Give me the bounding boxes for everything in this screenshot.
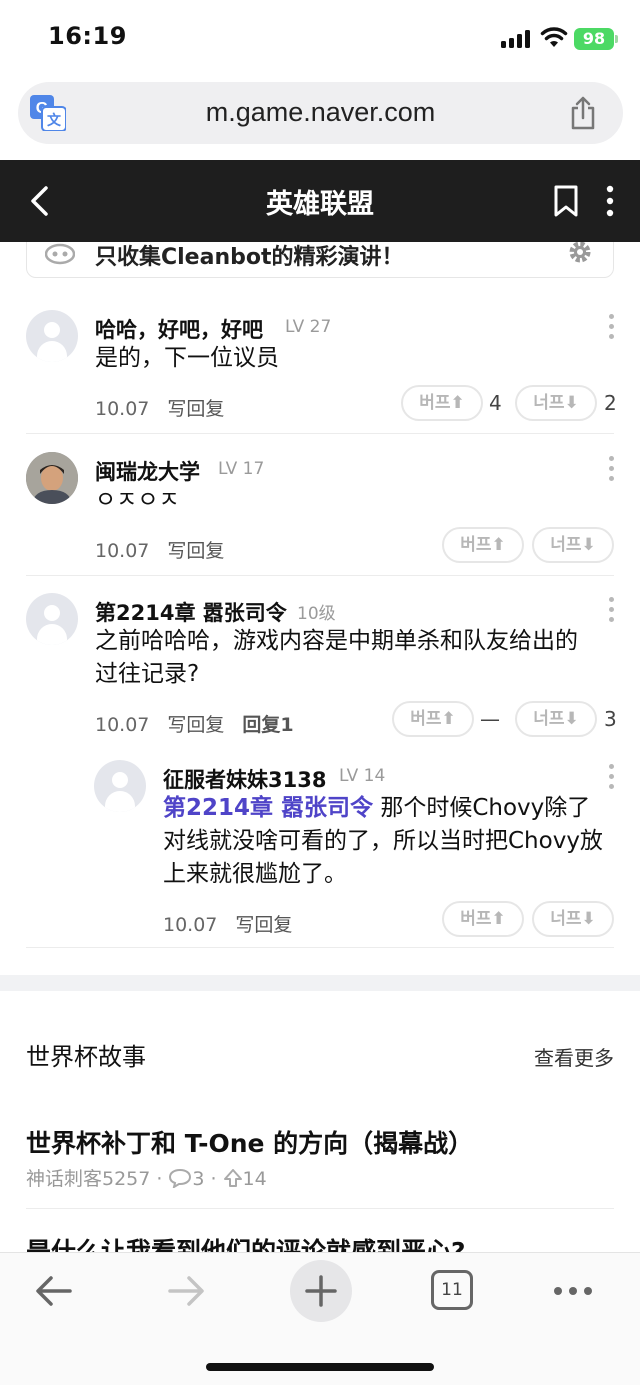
forward-arrow-icon[interactable] [166,1273,206,1309]
see-more-link[interactable]: 查看更多 [534,1042,614,1071]
url-text[interactable]: m.game.naver.com [18,97,623,128]
gear-icon[interactable] [567,242,593,265]
section-separator [0,975,640,991]
cleanbot-icon [45,243,75,265]
divider [26,947,614,948]
comment-more-icon[interactable] [607,314,615,344]
story-meta: 神话刺客5257 · 3 · 14 [26,1168,267,1190]
comment-date: 10.07 [95,398,150,420]
back-arrow-icon[interactable] [34,1273,74,1309]
comment-author[interactable]: 闽瑞龙大学 [95,456,200,486]
downvote-button[interactable]: 너프⬇ [515,385,597,421]
write-reply-link[interactable]: 写回复 [167,540,224,562]
author-level: LV 14 [339,766,386,786]
downvote-button[interactable]: 너프⬇ [532,527,614,563]
status-bar: 16:19 98 [0,0,640,76]
story-title[interactable]: 世界杯补丁和 T-One 的方向（揭幕战） [26,1124,473,1160]
reply-item: 征服者妹妹3138 LV 14 第2214章 嚣张司令 那个时候Chovy除了对… [0,760,640,950]
cleanbot-banner[interactable]: 只收集Cleanbot的精彩演讲！ [26,242,614,278]
browser-toolbar: 11 [0,1252,640,1385]
page-title: 英雄联盟 [266,189,374,220]
author-level: LV 17 [218,459,265,479]
downvote-button[interactable]: 너프⬇ [515,701,597,737]
comment-meta: 10.07 写回复 回复1 [95,710,294,737]
home-indicator [206,1363,434,1371]
comment-date: 10.07 [163,914,218,936]
author-level: 10级 [297,604,336,624]
comment-item: 哈哈，好吧，好吧 LV 27 是的，下一位议员 10.07 写回复 버프⬆ 4 너… [0,310,640,434]
upvote-arrow-icon [223,1169,242,1187]
comment-text: ㅇㅈㅇㅈ [95,487,180,513]
battery-indicator: 98 [574,28,618,50]
page-header: 英雄联盟 [0,160,640,242]
upvote-button[interactable]: 버프⬆ [442,527,524,563]
story-comment-count: 3 [192,1168,205,1190]
comment-meta: 10.07 写回复 [95,536,224,563]
avatar[interactable] [26,310,78,362]
upvote-button[interactable]: 버프⬆ [401,385,483,421]
new-tab-button[interactable] [290,1260,352,1322]
downvote-count: 2 [604,391,617,415]
avatar[interactable] [94,760,146,812]
tab-switcher-button[interactable]: 11 [431,1270,473,1310]
upvote-count: 4 [489,391,502,415]
reply-text: 第2214章 嚣张司令 那个时候Chovy除了对线就没啥可看的了，所以当时把Ch… [163,792,613,891]
plus-icon [305,1275,337,1307]
divider [26,575,614,576]
comment-more-icon[interactable] [607,456,615,486]
comment-author[interactable]: 哈哈，好吧，好吧 [95,314,263,344]
write-reply-link[interactable]: 写回复 [167,714,224,736]
more-vertical-icon[interactable] [604,184,616,218]
comment-more-icon[interactable] [607,597,615,627]
comment-item: 闽瑞龙大学 LV 17 ㅇㅈㅇㅈ 10.07 写回复 버프⬆ 너프⬇ [0,452,640,576]
cellular-signal-icon [501,30,531,48]
avatar[interactable] [26,452,78,504]
comment-author[interactable]: 第2214章 嚣张司令 [95,597,287,627]
wifi-icon [540,27,568,47]
section-title: 世界杯故事 [26,1043,146,1071]
write-reply-link[interactable]: 写回复 [235,914,292,936]
divider [26,1208,614,1209]
bookmark-icon[interactable] [552,184,580,218]
divider [26,433,614,434]
reply-count-link[interactable]: 回复1 [242,714,293,736]
address-bar[interactable]: G 文 m.game.naver.com [18,82,623,144]
upvote-count: — [480,707,500,731]
comment-meta: 10.07 写回复 [163,910,292,937]
comment-text: 是的，下一位议员 [95,345,279,371]
comments-content: 只收集Cleanbot的精彩演讲！ 哈哈，好吧，好吧 LV 27 是的，下一位议… [0,242,640,1252]
reply-author[interactable]: 征服者妹妹3138 [163,764,326,794]
author-level: LV 27 [285,317,332,337]
avatar-photo [26,452,78,504]
more-horizontal-icon[interactable] [553,1286,593,1296]
share-icon[interactable] [568,96,598,130]
comment-bubble-icon [169,1168,192,1190]
downvote-button[interactable]: 너프⬇ [532,901,614,937]
mention-link[interactable]: 第2214章 嚣张司令 [163,795,373,821]
comment-item: 第2214章 嚣张司令 10级 之前哈哈哈，游戏内容是中期单杀和队友给出的过往记… [0,593,640,753]
downvote-count: 3 [604,707,617,731]
comment-more-icon[interactable] [607,764,615,794]
comment-date: 10.07 [95,714,150,736]
upvote-button[interactable]: 버프⬆ [442,901,524,937]
comment-date: 10.07 [95,540,150,562]
cleanbot-text: 只收集Cleanbot的精彩演讲！ [95,245,404,270]
status-time: 16:19 [48,22,127,50]
story-upvote-count: 14 [242,1168,267,1190]
avatar[interactable] [26,593,78,645]
upvote-button[interactable]: 버프⬆ [392,701,474,737]
story-author: 神话刺客5257 [26,1168,151,1190]
story-title[interactable]: 是什么让我看到他们的评论就感到恶心? [26,1232,466,1252]
comment-text: 之前哈哈哈，游戏内容是中期单杀和队友给出的过往记录? [95,628,578,687]
write-reply-link[interactable]: 写回复 [167,398,224,420]
comment-meta: 10.07 写回复 [95,394,224,421]
